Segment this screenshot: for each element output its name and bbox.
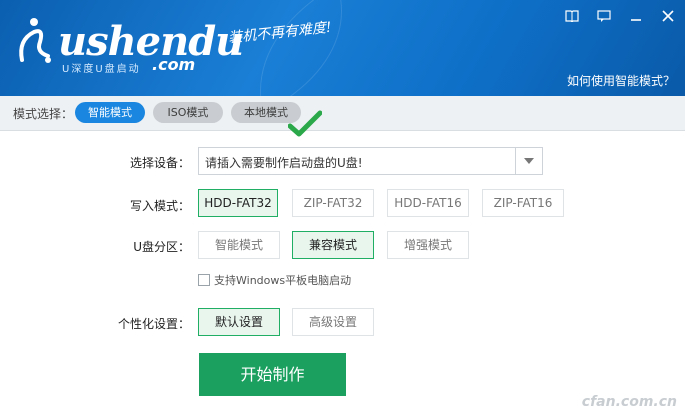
- write-mode-hdd-fat32[interactable]: HDD-FAT32: [198, 189, 278, 217]
- header-banner: ushendu U深度U盘启动 .com 装机不再有难度! 如何使用智能模式？: [0, 0, 685, 96]
- personalize-label: 个性化设置：: [117, 317, 190, 331]
- logo-text: ushendu: [58, 18, 244, 65]
- app-window: ushendu U深度U盘启动 .com 装机不再有难度! 如何使用智能模式？ …: [0, 0, 685, 416]
- chat-icon[interactable]: [595, 7, 613, 25]
- write-mode-zip-fat16[interactable]: ZIP-FAT16: [482, 189, 564, 217]
- logo-subtitle: U深度U盘启动: [62, 64, 141, 75]
- personalize-advanced[interactable]: 高级设置: [292, 308, 374, 336]
- logo-dotcom: .com: [152, 55, 196, 74]
- partition-smart[interactable]: 智能模式: [198, 231, 280, 259]
- tab-iso-mode[interactable]: ISO模式: [153, 102, 223, 123]
- write-mode-hdd-fat16[interactable]: HDD-FAT16: [387, 189, 469, 217]
- partition-enhanced[interactable]: 增强模式: [387, 231, 469, 259]
- watermark: cfan.com.cn: [581, 394, 677, 410]
- window-controls: [563, 7, 677, 25]
- chevron-down-icon[interactable]: [515, 148, 542, 174]
- book-icon[interactable]: [563, 7, 581, 25]
- checkmark-icon: [288, 110, 322, 137]
- mode-bar: 模式选择： 智能模式 ISO模式 本地模式: [0, 96, 685, 131]
- device-select[interactable]: 请插入需要制作启动盘的U盘!: [198, 147, 543, 175]
- close-icon[interactable]: [659, 7, 677, 25]
- write-mode-label: 写入模式：: [129, 199, 190, 213]
- mode-label: 模式选择：: [13, 107, 74, 121]
- device-select-value: 请插入需要制作启动盘的U盘!: [205, 156, 363, 170]
- logo-icon: [19, 18, 51, 63]
- partition-label: U盘分区：: [133, 240, 190, 254]
- start-button[interactable]: 开始制作: [199, 353, 346, 396]
- minimize-icon[interactable]: [627, 7, 645, 25]
- windows-tablet-option[interactable]: 支持Windows平板电脑启动: [198, 272, 351, 288]
- windows-tablet-label: 支持Windows平板电脑启动: [214, 274, 352, 287]
- windows-tablet-checkbox[interactable]: [198, 274, 210, 286]
- device-label: 选择设备：: [129, 156, 190, 170]
- partition-compatible[interactable]: 兼容模式: [292, 231, 374, 259]
- write-mode-zip-fat32[interactable]: ZIP-FAT32: [292, 189, 374, 217]
- personalize-default[interactable]: 默认设置: [198, 308, 280, 336]
- help-link[interactable]: 如何使用智能模式？: [567, 72, 675, 89]
- tab-smart-mode[interactable]: 智能模式: [75, 102, 145, 123]
